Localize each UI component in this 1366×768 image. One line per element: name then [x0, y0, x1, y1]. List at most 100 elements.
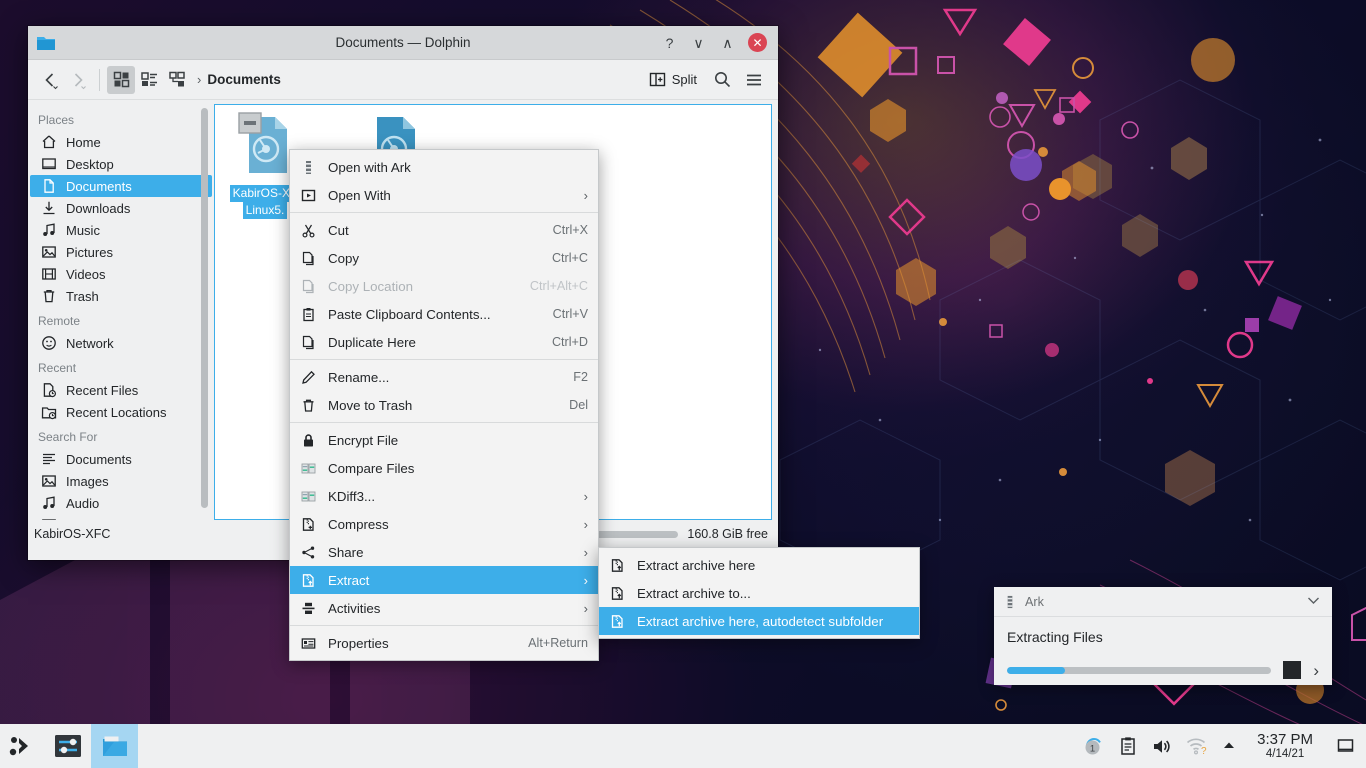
sidebar-item-home[interactable]: Home — [30, 131, 212, 153]
ark-icon — [299, 160, 317, 175]
extract-icon — [608, 558, 626, 573]
ark-notification-body: Extracting Files › — [994, 617, 1332, 679]
search-icon — [714, 72, 730, 88]
menu-item-cut[interactable]: Cut Ctrl+X — [290, 216, 598, 244]
sidebar-item-search-documents[interactable]: Documents — [30, 448, 212, 470]
sidebar-item-search-audio[interactable]: Audio — [30, 492, 212, 514]
places-sidebar[interactable]: Places Home Desktop Documents Downloads — [28, 100, 214, 520]
submenu-item-extract-archive-to[interactable]: Extract archive to... — [599, 579, 919, 607]
volume-icon[interactable] — [1151, 736, 1172, 757]
sidebar-item-label: Videos — [66, 266, 106, 282]
menu-item-rename[interactable]: Rename... F2 — [290, 363, 598, 391]
clock[interactable]: 3:37 PM 4/14/21 — [1251, 731, 1319, 761]
menu-item-open-with-ark[interactable]: Open with Ark — [290, 153, 598, 181]
window-buttons[interactable]: ? ∨ ∧ ✕ — [661, 33, 778, 52]
minimize-button[interactable]: ∨ — [690, 34, 707, 51]
menu-item-duplicate-here[interactable]: Duplicate Here Ctrl+D — [290, 328, 598, 356]
split-label: Split — [671, 72, 697, 87]
toolbar[interactable]: › Documents Split — [28, 60, 778, 100]
tray-expand-icon[interactable] — [1220, 737, 1238, 755]
extract-icon — [608, 586, 626, 601]
context-menu[interactable]: Open with Ark Open With › Cut Ctrl+X Cop… — [289, 149, 599, 661]
menu-item-extract[interactable]: Extract › — [290, 566, 598, 594]
menu-item-label: Compress — [328, 516, 389, 532]
taskbar-panel[interactable]: 1 ? 3:37 PM 4/14/21 — [0, 724, 1366, 768]
menu-item-properties[interactable]: Properties Alt+Return — [290, 629, 598, 657]
breadcrumb-separator: › — [197, 72, 202, 87]
stop-icon[interactable] — [1283, 661, 1302, 679]
toolbar-right[interactable]: Split — [642, 66, 768, 94]
menu-item-label: Properties — [328, 635, 389, 651]
sidebar-scrollbar[interactable] — [201, 108, 208, 508]
show-desktop-icon[interactable] — [1332, 737, 1358, 756]
task-dolphin[interactable] — [91, 724, 138, 768]
desktop[interactable]: Documents — Dolphin ? ∨ ∧ ✕ › Documents … — [0, 0, 1366, 768]
breadcrumb[interactable]: Documents — [207, 72, 281, 87]
sidebar-item-trash[interactable]: Trash — [30, 285, 212, 307]
menu-item-kdiff3[interactable]: KDiff3... › — [290, 482, 598, 510]
menu-item-shortcut: Ctrl+X — [552, 223, 588, 237]
help-button[interactable]: ? — [661, 34, 678, 51]
sidebar-item-recent-locations[interactable]: Recent Locations — [30, 401, 212, 423]
menu-item-compare-files[interactable]: Compare Files — [290, 454, 598, 482]
trash-icon — [299, 398, 317, 413]
sidebar-item-label: Desktop — [66, 156, 114, 172]
menu-item-label: Move to Trash — [328, 397, 413, 413]
menu-item-move-to-trash[interactable]: Move to Trash Del — [290, 391, 598, 419]
submenu-item-extract-archive-here-autodetect[interactable]: Extract archive here, autodetect subfold… — [599, 607, 919, 635]
chevron-right-icon: › — [583, 187, 588, 203]
close-button[interactable]: ✕ — [748, 33, 767, 52]
search-audio-icon — [43, 496, 55, 509]
sidebar-item-desktop[interactable]: Desktop — [30, 153, 212, 175]
sidebar-item-pictures[interactable]: Pictures — [30, 241, 212, 263]
view-icons-button[interactable] — [107, 65, 135, 94]
kde-launcher-icon[interactable] — [0, 724, 44, 768]
view-details-button[interactable] — [163, 66, 191, 94]
submenu-item-extract-archive-here[interactable]: Extract archive here — [599, 551, 919, 579]
search-images-icon — [42, 475, 56, 487]
back-button[interactable] — [36, 66, 64, 94]
notifications-icon[interactable]: 1 — [1083, 735, 1105, 757]
sidebar-item-label: Videos — [66, 518, 106, 521]
menu-item-open-with[interactable]: Open With › — [290, 181, 598, 209]
split-button[interactable]: Split — [642, 66, 704, 94]
menu-item-share[interactable]: Share › — [290, 538, 598, 566]
menu-item-copy-location[interactable]: Copy Location Ctrl+Alt+C — [290, 272, 598, 300]
menu-item-activities[interactable]: Activities › — [290, 594, 598, 622]
sidebar-item-music[interactable]: Music — [30, 219, 212, 241]
task-settings[interactable] — [44, 724, 91, 768]
extract-submenu[interactable]: Extract archive here Extract archive to.… — [598, 547, 920, 639]
open-with-icon — [299, 188, 317, 203]
sidebar-item-label: Network — [66, 335, 114, 351]
search-button[interactable] — [708, 66, 736, 94]
submenu-item-label: Extract archive here — [637, 557, 756, 573]
cut-icon — [299, 223, 317, 238]
sidebar-item-downloads[interactable]: Downloads — [30, 197, 212, 219]
maximize-button[interactable]: ∧ — [719, 34, 736, 51]
menu-item-copy[interactable]: Copy Ctrl+C — [290, 244, 598, 272]
network-icon — [42, 336, 56, 350]
menu-item-compress[interactable]: Compress › — [290, 510, 598, 538]
sidebar-item-search-videos[interactable]: Videos — [30, 514, 212, 520]
sidebar-item-search-images[interactable]: Images — [30, 470, 212, 492]
sidebar-item-recent-files[interactable]: Recent Files — [30, 379, 212, 401]
clipboard-icon[interactable] — [1118, 736, 1138, 756]
chevron-down-icon[interactable] — [1305, 592, 1322, 612]
ark-notification[interactable]: Ark Extracting Files › — [994, 587, 1332, 685]
menu-item-paste-clipboard-contents[interactable]: Paste Clipboard Contents... Ctrl+V — [290, 300, 598, 328]
menu-item-label: Copy — [328, 250, 360, 266]
sidebar-item-videos[interactable]: Videos — [30, 263, 212, 285]
menu-button[interactable] — [740, 66, 768, 94]
chevron-right-icon[interactable]: › — [1313, 662, 1319, 679]
forward-button[interactable] — [64, 66, 92, 94]
menu-item-encrypt-file[interactable]: Encrypt File — [290, 426, 598, 454]
view-compact-button[interactable] — [135, 66, 163, 94]
system-tray[interactable]: 1 ? 3:37 PM 4/14/21 — [1083, 731, 1366, 761]
sidebar-item-network[interactable]: Network — [30, 332, 212, 354]
titlebar[interactable]: Documents — Dolphin ? ∨ ∧ ✕ — [28, 26, 778, 60]
paste-icon — [299, 307, 317, 322]
menu-item-label: Activities — [328, 600, 381, 616]
wifi-disconnected-icon[interactable]: ? — [1185, 735, 1207, 757]
sidebar-item-documents[interactable]: Documents — [30, 175, 212, 197]
menu-item-label: Open with Ark — [328, 159, 411, 175]
